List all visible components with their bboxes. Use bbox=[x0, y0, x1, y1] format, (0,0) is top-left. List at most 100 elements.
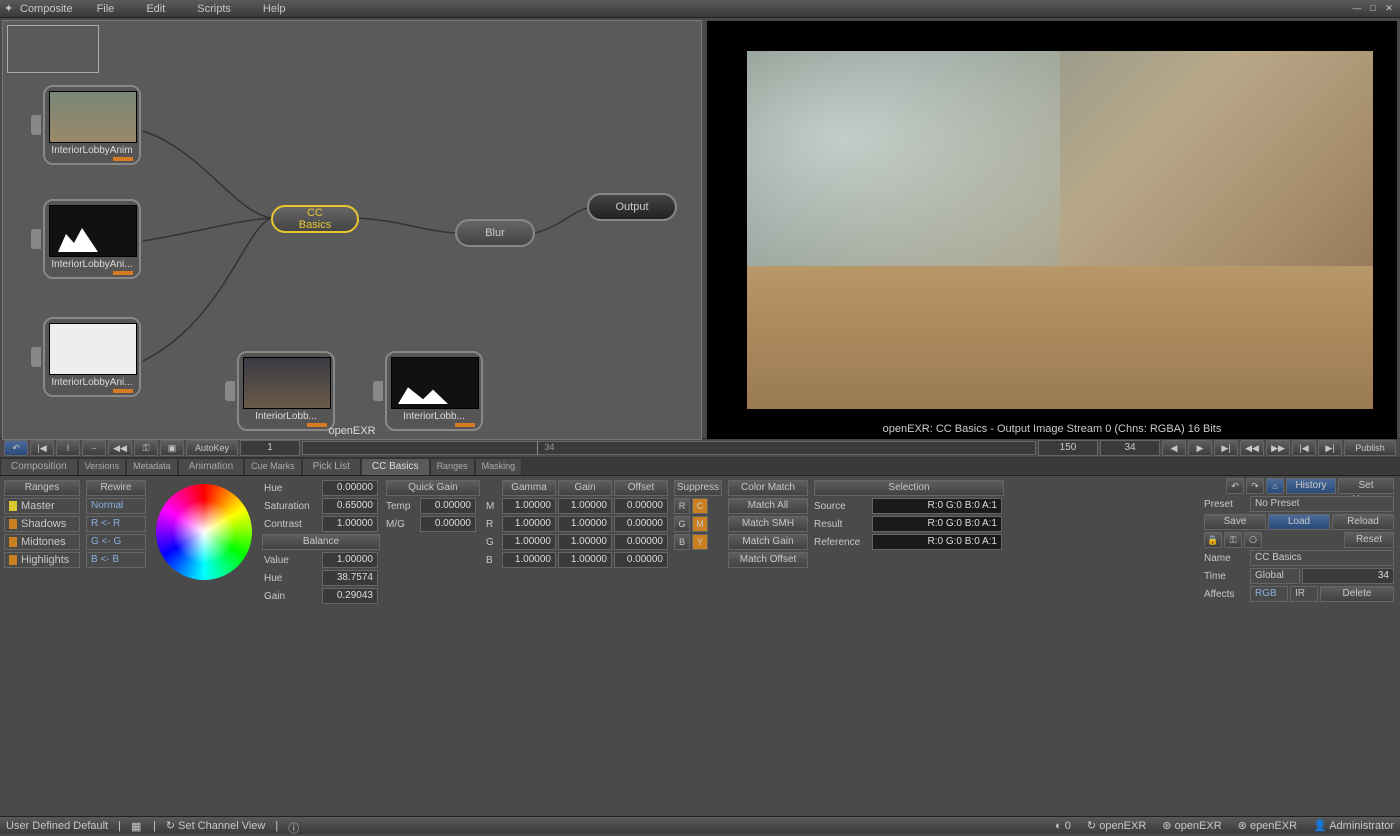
result-value[interactable]: R:0 G:0 B:0 A:1 bbox=[872, 516, 1002, 532]
g-offset[interactable]: 0.00000 bbox=[614, 534, 668, 550]
node-image-1[interactable]: InteriorLobbyAnim bbox=[43, 85, 141, 165]
layout-icon[interactable]: ▦ bbox=[131, 820, 143, 832]
suppress-g[interactable]: G bbox=[674, 516, 690, 532]
affects-ir[interactable]: IR bbox=[1290, 586, 1318, 602]
lock-icon[interactable]: ▣ bbox=[160, 440, 184, 456]
menu-scripts[interactable]: Scripts bbox=[197, 3, 231, 15]
close-icon[interactable]: ✕ bbox=[1382, 2, 1396, 14]
info-icon[interactable]: ⓘ bbox=[288, 820, 300, 832]
m-gamma[interactable]: 1.00000 bbox=[502, 498, 556, 514]
publish-button[interactable]: Publish bbox=[1344, 440, 1396, 456]
time-marker-icon[interactable] bbox=[537, 441, 538, 455]
node-image-3[interactable]: InteriorLobbyAni... bbox=[43, 317, 141, 397]
node-handle-icon[interactable] bbox=[31, 347, 41, 367]
history-button[interactable]: History bbox=[1286, 478, 1336, 494]
name-field[interactable]: CC Basics bbox=[1250, 550, 1394, 566]
time-value[interactable]: 34 bbox=[1302, 568, 1394, 584]
reset-button[interactable]: Reset bbox=[1344, 532, 1394, 548]
tab-masking[interactable]: Masking bbox=[475, 458, 523, 475]
node-output[interactable]: Output bbox=[587, 193, 677, 221]
step-fwd-icon[interactable]: ▶| bbox=[1214, 440, 1238, 456]
r-gain[interactable]: 1.00000 bbox=[558, 516, 612, 532]
range-midtones[interactable]: Midtones bbox=[4, 534, 80, 550]
save-button[interactable]: Save bbox=[1204, 514, 1266, 530]
node-handle-icon[interactable] bbox=[373, 381, 383, 401]
status-openexr-1[interactable]: ↻ openEXR bbox=[1087, 819, 1146, 832]
end-frame-field[interactable]: 150 bbox=[1038, 440, 1098, 456]
tab-composition[interactable]: Composition bbox=[0, 458, 78, 475]
node-graph-panel[interactable]: InteriorLobbyAnim InteriorLobbyAni... In… bbox=[2, 20, 702, 440]
sethome-button[interactable]: Set Home bbox=[1338, 478, 1394, 494]
goto-in-icon[interactable]: |◀ bbox=[1292, 440, 1316, 456]
status-user[interactable]: 👤 Administrator bbox=[1313, 819, 1394, 832]
goto-start-icon[interactable]: |◀ bbox=[30, 440, 54, 456]
rewire-b[interactable]: B <- B bbox=[86, 552, 146, 568]
suppress-y[interactable]: Y bbox=[692, 534, 708, 550]
b-offset[interactable]: 0.00000 bbox=[614, 552, 668, 568]
status-openexr-2[interactable]: ⊛ openEXR bbox=[1162, 819, 1221, 832]
match-smh-button[interactable]: Match SMH bbox=[728, 516, 808, 532]
color-wheel[interactable] bbox=[156, 484, 252, 580]
tab-pick-list[interactable]: Pick List bbox=[302, 458, 361, 475]
g-gamma[interactable]: 1.00000 bbox=[502, 534, 556, 550]
play-back-icon[interactable]: ◀ bbox=[1162, 440, 1186, 456]
suppress-c[interactable]: C bbox=[692, 498, 708, 514]
source-value[interactable]: R:0 G:0 B:0 A:1 bbox=[872, 498, 1002, 514]
fwd-icon[interactable]: ↷ bbox=[1246, 478, 1264, 494]
match-all-button[interactable]: Match All bbox=[728, 498, 808, 514]
node-blur[interactable]: Blur bbox=[455, 219, 535, 247]
anchor-icon[interactable]: ⎔ bbox=[1244, 532, 1262, 548]
in-point-button[interactable]: I bbox=[56, 440, 80, 456]
range-shadows[interactable]: Shadows bbox=[4, 516, 80, 532]
suppress-b[interactable]: B bbox=[674, 534, 690, 550]
contrast-field[interactable]: 1.00000 bbox=[322, 516, 378, 532]
match-offset-button[interactable]: Match Offset bbox=[728, 552, 808, 568]
tab-animation[interactable]: Animation bbox=[178, 458, 244, 475]
undo-icon[interactable]: ↶ bbox=[4, 440, 28, 456]
minimize-icon[interactable]: — bbox=[1350, 2, 1364, 14]
key-icon[interactable]: ⚿ bbox=[134, 440, 158, 456]
node-handle-icon[interactable] bbox=[31, 229, 41, 249]
reload-button[interactable]: Reload bbox=[1332, 514, 1394, 530]
tab-ranges[interactable]: Ranges bbox=[430, 458, 475, 475]
key-icon[interactable]: ⚿ bbox=[1224, 532, 1242, 548]
mg-field[interactable]: 0.00000 bbox=[420, 516, 476, 532]
value-field[interactable]: 1.00000 bbox=[322, 552, 378, 568]
rewire-normal[interactable]: Normal bbox=[86, 498, 146, 514]
lock-icon[interactable]: 🔒 bbox=[1204, 532, 1222, 548]
b-gamma[interactable]: 1.00000 bbox=[502, 552, 556, 568]
time-track[interactable]: 34 bbox=[302, 441, 1036, 455]
autokey-button[interactable]: AutoKey bbox=[186, 440, 238, 456]
g-gain[interactable]: 1.00000 bbox=[558, 534, 612, 550]
suppress-m[interactable]: M bbox=[692, 516, 708, 532]
reference-value[interactable]: R:0 G:0 B:0 A:1 bbox=[872, 534, 1002, 550]
home-icon[interactable]: ⌂ bbox=[1266, 478, 1284, 494]
tab-metadata[interactable]: Metadata bbox=[126, 458, 178, 475]
range-master[interactable]: Master bbox=[4, 498, 80, 514]
r-offset[interactable]: 0.00000 bbox=[614, 516, 668, 532]
rewind-icon[interactable]: ◀◀ bbox=[1240, 440, 1264, 456]
temp-field[interactable]: 0.00000 bbox=[420, 498, 476, 514]
m-offset[interactable]: 0.00000 bbox=[614, 498, 668, 514]
tab-cc-basics[interactable]: CC Basics bbox=[361, 458, 430, 475]
step-back-icon[interactable]: ◀◀ bbox=[108, 440, 132, 456]
b-gain[interactable]: 1.00000 bbox=[558, 552, 612, 568]
gain-field[interactable]: 0.29043 bbox=[322, 588, 378, 604]
node-image-5[interactable]: InteriorLobb... bbox=[385, 351, 483, 431]
rewire-r[interactable]: R <- R bbox=[86, 516, 146, 532]
suppress-r[interactable]: R bbox=[674, 498, 690, 514]
time-mode[interactable]: Global bbox=[1250, 568, 1300, 584]
minimap[interactable] bbox=[7, 25, 99, 73]
duration-field[interactable]: 34 bbox=[1100, 440, 1160, 456]
rewire-g[interactable]: G <- G bbox=[86, 534, 146, 550]
node-image-4[interactable]: InteriorLobb... bbox=[237, 351, 335, 431]
saturation-field[interactable]: 0.65000 bbox=[322, 498, 378, 514]
menu-file[interactable]: File bbox=[97, 3, 115, 15]
tab-cue-marks[interactable]: Cue Marks bbox=[244, 458, 302, 475]
load-button[interactable]: Load bbox=[1268, 514, 1330, 530]
match-gain-button[interactable]: Match Gain bbox=[728, 534, 808, 550]
status-epenexr[interactable]: ⊛ epenEXR bbox=[1238, 819, 1297, 832]
node-image-2[interactable]: InteriorLobbyAni... bbox=[43, 199, 141, 279]
affects-rgb[interactable]: RGB bbox=[1250, 586, 1288, 602]
menu-edit[interactable]: Edit bbox=[146, 3, 165, 15]
